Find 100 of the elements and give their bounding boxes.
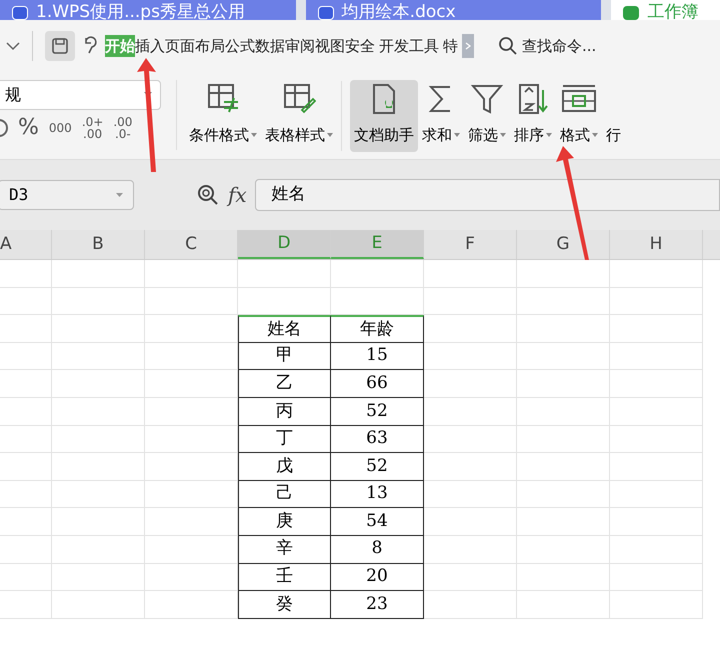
grid-cell[interactable]	[52, 480, 145, 508]
grid-cell[interactable]	[424, 536, 517, 564]
grid-cell[interactable]	[145, 426, 238, 454]
grid-cell[interactable]	[610, 370, 703, 398]
grid-cell[interactable]	[610, 260, 703, 288]
grid-cell[interactable]	[517, 260, 610, 288]
save-icon[interactable]	[45, 31, 75, 61]
grid-cell[interactable]	[517, 453, 610, 481]
grid-cell[interactable]	[424, 342, 517, 370]
grid-cell[interactable]	[145, 591, 238, 619]
menu-tab[interactable]: 公式	[225, 34, 255, 58]
grid-cell[interactable]	[424, 260, 517, 288]
grid-cell[interactable]	[424, 453, 517, 481]
grid-cell[interactable]	[238, 260, 331, 288]
grid-cell[interactable]	[331, 288, 424, 316]
grid-cell[interactable]	[0, 480, 52, 508]
grid-cell[interactable]	[424, 564, 517, 592]
ribbon-tool-button[interactable]: 文档助手	[350, 80, 418, 152]
grid-cell[interactable]	[0, 342, 52, 370]
grid-cell[interactable]	[52, 508, 145, 536]
grid-cell[interactable]	[52, 564, 145, 592]
grid-cell[interactable]	[52, 398, 145, 426]
zoom-icon[interactable]	[196, 183, 220, 207]
grid-cell[interactable]	[52, 260, 145, 288]
grid-cell[interactable]	[52, 342, 145, 370]
grid-cell[interactable]	[238, 288, 331, 316]
grid-cell[interactable]	[145, 564, 238, 592]
function-button[interactable]: fx	[228, 180, 247, 210]
grid-cell[interactable]	[0, 536, 52, 564]
grid-cell[interactable]	[424, 370, 517, 398]
grid-cell[interactable]	[517, 288, 610, 316]
menu-tab[interactable]: 开发工具	[379, 34, 439, 58]
number-format-button[interactable]: 000	[48, 122, 72, 134]
grid-cell[interactable]	[0, 508, 52, 536]
menu-tab[interactable]: 页面布局	[165, 34, 225, 58]
grid-cell[interactable]	[517, 591, 610, 619]
ribbon-tool-button[interactable]: 筛选	[464, 80, 510, 152]
grid-cell[interactable]	[517, 370, 610, 398]
grid-cell[interactable]	[0, 288, 52, 316]
ribbon-tool-button[interactable]: 排序	[510, 80, 556, 152]
grid-cell[interactable]	[424, 480, 517, 508]
grid-cell[interactable]	[52, 315, 145, 343]
name-box[interactable]: D3	[0, 180, 134, 210]
grid-cell[interactable]	[52, 288, 145, 316]
chevron-down-icon[interactable]	[6, 41, 20, 51]
column-header[interactable]: B	[52, 230, 145, 259]
grid-cell[interactable]	[424, 426, 517, 454]
grid-cell[interactable]	[610, 453, 703, 481]
grid-cell[interactable]	[517, 508, 610, 536]
menu-tab[interactable]: 数据	[255, 34, 285, 58]
grid-cell[interactable]	[610, 508, 703, 536]
grid-cell[interactable]	[517, 426, 610, 454]
ribbon-tool-button[interactable]: 格式	[556, 80, 602, 152]
grid-cell[interactable]	[610, 480, 703, 508]
grid-cell[interactable]	[145, 315, 238, 343]
grid-cell[interactable]	[0, 426, 52, 454]
grid-cell[interactable]	[610, 342, 703, 370]
grid-cell[interactable]	[424, 315, 517, 343]
formula-input[interactable]: 姓名	[254, 179, 720, 211]
menu-tab[interactable]: 特	[443, 34, 458, 58]
grid-cell[interactable]	[52, 536, 145, 564]
grid-cell[interactable]	[52, 591, 145, 619]
number-format-button[interactable]: .0+ .00	[82, 116, 104, 140]
grid-cell[interactable]	[145, 536, 238, 564]
grid-cell[interactable]	[52, 426, 145, 454]
grid-cell[interactable]	[610, 288, 703, 316]
ribbon-tool-button[interactable]: 表格样式	[261, 80, 337, 152]
ribbon-tool-button[interactable]: 行	[602, 80, 624, 152]
grid-cell[interactable]	[145, 453, 238, 481]
grid-cell[interactable]	[610, 426, 703, 454]
grid-cell[interactable]	[52, 453, 145, 481]
menu-tab[interactable]: 审阅	[285, 34, 315, 58]
grid-cell[interactable]	[610, 315, 703, 343]
grid-cell[interactable]	[517, 342, 610, 370]
column-header[interactable]: H	[610, 230, 703, 259]
grid-cell[interactable]	[610, 398, 703, 426]
grid-cell[interactable]	[52, 370, 145, 398]
grid-cell[interactable]	[517, 315, 610, 343]
command-search[interactable]: 查找命令...	[498, 34, 596, 58]
grid-cell[interactable]	[0, 398, 52, 426]
menu-tab[interactable]: 插入	[135, 34, 165, 58]
grid-cell[interactable]	[145, 480, 238, 508]
menu-tab[interactable]: 安全	[345, 34, 375, 58]
grid-cell[interactable]	[145, 370, 238, 398]
grid-cell[interactable]	[145, 288, 238, 316]
number-format-button[interactable]: %	[18, 116, 39, 140]
column-header[interactable]: F	[424, 230, 517, 259]
grid-cell[interactable]	[517, 480, 610, 508]
grid-cell[interactable]	[0, 260, 52, 288]
number-format-button[interactable]: .00 .0-	[113, 116, 132, 140]
grid-cell[interactable]	[610, 591, 703, 619]
grid-cell[interactable]	[424, 398, 517, 426]
grid-cell[interactable]	[610, 564, 703, 592]
number-format-dropdown[interactable]: 规	[0, 80, 161, 110]
grid-cell[interactable]	[145, 508, 238, 536]
grid-cell[interactable]	[424, 591, 517, 619]
grid-cell[interactable]	[145, 342, 238, 370]
column-header[interactable]: A	[0, 230, 52, 259]
grid-cell[interactable]	[610, 536, 703, 564]
grid-cell[interactable]	[0, 564, 52, 592]
